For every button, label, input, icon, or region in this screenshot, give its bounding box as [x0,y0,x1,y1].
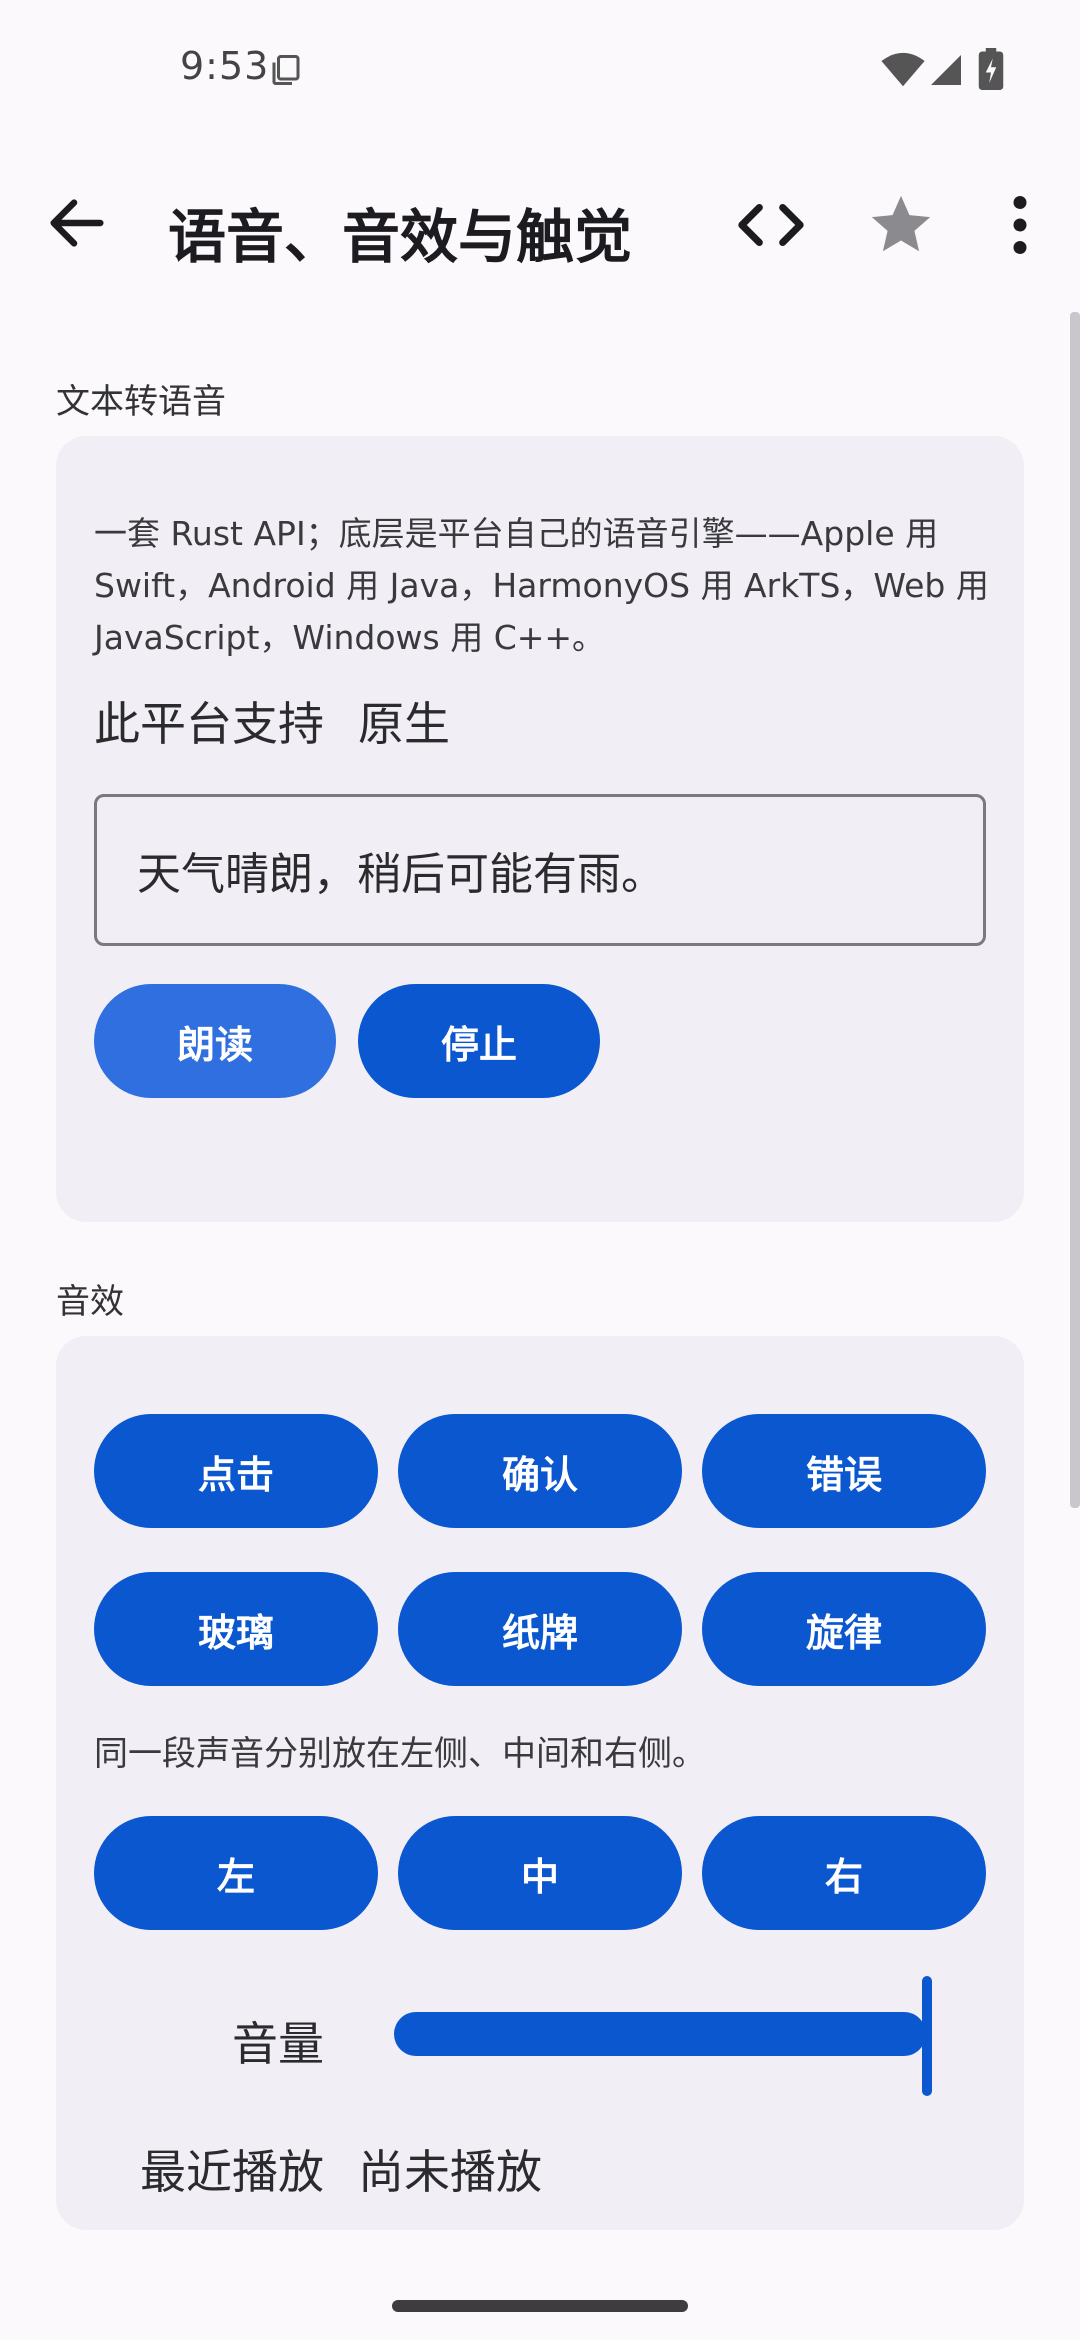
pan-helper-text: 同一段声音分别放在左侧、中间和右侧。 [94,1734,706,1774]
volume-label: 音量 [232,2017,324,2071]
wifi-icon [881,52,925,87]
tts-description: 一套 Rust API；底层是平台自己的语音引擎——Apple 用 Swift，… [94,514,989,657]
signal-icon [931,55,961,85]
recent-value: 尚未播放 [358,2145,542,2199]
status-time: 9:53 [180,44,270,88]
scrollbar[interactable] [1070,312,1080,1508]
volume-slider-track[interactable] [394,2012,926,2056]
home-indicator[interactable] [392,2300,688,2312]
support-label: 此平台支持 [94,697,324,751]
pan-center-button[interactable]: 中 [398,1816,682,1930]
platform-support: 此平台支持 原生 [94,688,450,754]
stop-button[interactable]: 停止 [358,984,600,1098]
tts-text-input[interactable] [94,794,986,946]
sfx-click-button[interactable]: 点击 [94,1414,378,1528]
copy-icon [272,55,300,85]
read-aloud-button[interactable]: 朗读 [94,984,336,1098]
star-icon[interactable] [866,190,936,260]
tts-card: 一套 Rust API；底层是平台自己的语音引擎——Apple 用 Swift，… [56,436,1024,1222]
pan-right-button[interactable]: 右 [702,1816,986,1930]
sfx-glass-button[interactable]: 玻璃 [94,1572,378,1686]
sfx-confirm-button[interactable]: 确认 [398,1414,682,1528]
battery-charging-icon [978,48,1004,90]
more-vert-icon[interactable] [1000,190,1040,260]
back-arrow-icon[interactable] [42,188,112,258]
page-title: 语音、音效与触觉 [168,203,633,271]
support-value: 原生 [358,697,450,751]
code-icon[interactable] [736,190,806,260]
recent-label: 最近播放 [140,2145,324,2199]
pan-left-button[interactable]: 左 [94,1816,378,1930]
volume-slider-handle[interactable] [922,1976,932,2096]
recent-playback: 最近播放 尚未播放 [140,2136,542,2202]
status-bar: 9:53 [0,0,1080,140]
tts-section-header: 文本转语音 [56,382,226,422]
app-bar: 语音、音效与触觉 [0,160,1080,290]
sfx-melody-button[interactable]: 旋律 [702,1572,986,1686]
screen: 9:53 语音、音效与触觉 文本转语音 一套 Rust API；底层是平台自己的… [0,0,1080,2340]
sfx-section-header: 音效 [56,1282,124,1322]
sfx-cards-button[interactable]: 纸牌 [398,1572,682,1686]
sfx-card: 点击 确认 错误 玻璃 纸牌 旋律 同一段声音分别放在左侧、中间和右侧。 左 中… [56,1336,1024,2230]
sfx-error-button[interactable]: 错误 [702,1414,986,1528]
